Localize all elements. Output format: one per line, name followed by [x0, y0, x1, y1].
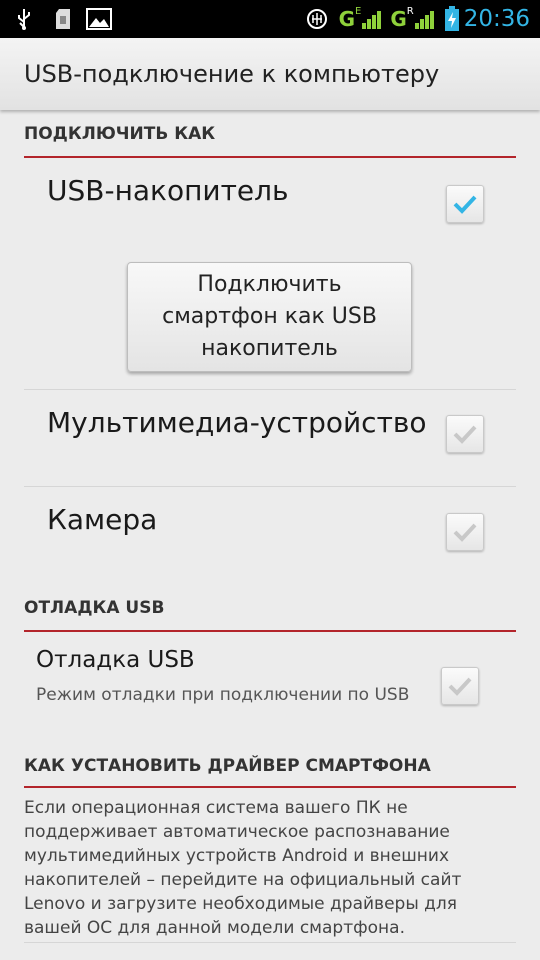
section-header-debug: ОТЛАДКА USB — [24, 596, 516, 632]
status-bar: G E G R 20:36 — [0, 0, 540, 38]
signal-icon: G R — [388, 0, 438, 38]
camera-checkbox[interactable] — [446, 513, 484, 551]
pref-title: Мультимедиа-устройство — [47, 406, 427, 439]
checkmark-icon — [453, 425, 477, 444]
pref-media-device[interactable]: Мультимедиа-устройство — [0, 390, 540, 486]
pref-summary: Режим отладки при подключении по USB — [36, 685, 410, 705]
checkmark-icon — [448, 677, 472, 696]
vpn-icon — [306, 0, 328, 38]
page-title: USB-подключение к компьютеру — [24, 60, 440, 88]
image-icon — [86, 0, 112, 38]
driver-info-text: Если операционная система вашего ПК не п… — [24, 798, 462, 938]
media-device-checkbox[interactable] — [446, 415, 484, 453]
divider — [24, 942, 516, 943]
checkmark-icon — [453, 195, 477, 214]
usb-icon — [12, 0, 36, 38]
pref-title: USB-накопитель — [47, 174, 289, 207]
section-header-driver: КАК УСТАНОВИТЬ ДРАЙВЕР СМАРТФОНА — [24, 754, 516, 788]
connect-usb-storage-button[interactable]: Подключить смартфон как USB накопитель — [127, 262, 412, 372]
section-header-connect: ПОДКЛЮЧИТЬ КАК — [24, 121, 516, 158]
checkmark-icon — [453, 523, 477, 542]
pref-title: Отладка USB — [36, 647, 195, 673]
battery-charging-icon — [442, 0, 462, 38]
usb-storage-checkbox[interactable] — [446, 185, 484, 223]
signal-icon: G E — [336, 0, 386, 38]
usb-debugging-checkbox[interactable] — [441, 667, 479, 705]
divider — [24, 486, 516, 487]
pref-title: Камера — [47, 503, 158, 536]
action-bar: USB-подключение к компьютеру — [0, 38, 540, 110]
status-clock: 20:36 — [463, 6, 530, 32]
sd-card-icon — [52, 0, 74, 38]
